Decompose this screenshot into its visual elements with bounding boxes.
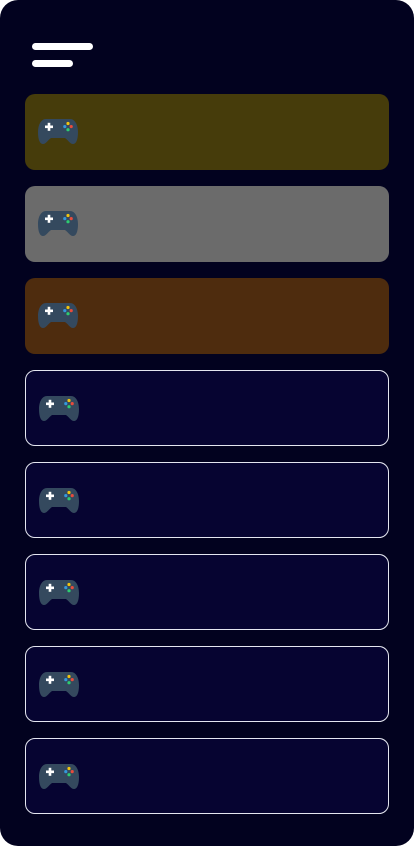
app-screen [0,0,414,846]
game-card[interactable] [25,370,389,446]
game-card[interactable] [25,554,389,630]
gamepad-icon [38,761,80,791]
hamburger-menu-icon[interactable] [30,40,96,72]
gamepad-icon [37,300,79,330]
menu-bar-bottom [32,60,73,67]
game-list [25,94,389,830]
menu-bar-top [32,43,93,50]
game-card[interactable] [25,278,389,354]
gamepad-icon [37,208,79,238]
game-card[interactable] [25,462,389,538]
gamepad-icon [38,485,80,515]
gamepad-icon [38,669,80,699]
gamepad-icon [37,116,79,146]
gamepad-icon [38,577,80,607]
game-card[interactable] [25,738,389,814]
game-card[interactable] [25,186,389,262]
game-card[interactable] [25,94,389,170]
game-card[interactable] [25,646,389,722]
gamepad-icon [38,393,80,423]
